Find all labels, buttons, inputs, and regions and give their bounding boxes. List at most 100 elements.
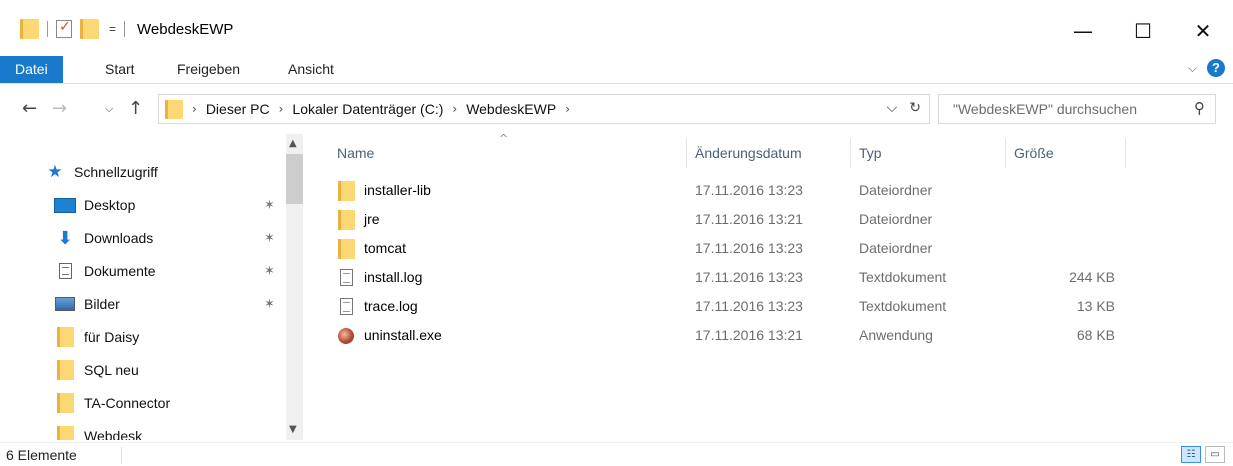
sort-ascending-icon: ^ bbox=[499, 132, 509, 145]
up-button[interactable]: ↑ bbox=[128, 98, 143, 119]
new-folder-icon[interactable] bbox=[80, 19, 99, 39]
file-date: 17.11.2016 13:23 bbox=[695, 298, 803, 314]
table-row[interactable]: install.log 17.11.2016 13:23 Textdokumen… bbox=[329, 263, 1149, 292]
forward-button[interactable]: → bbox=[52, 98, 67, 119]
table-row[interactable]: jre 17.11.2016 13:21 Dateiordner bbox=[329, 205, 1149, 234]
pin-icon[interactable]: ✶ bbox=[264, 198, 275, 213]
exe-icon bbox=[338, 327, 354, 344]
folder-icon bbox=[337, 209, 355, 230]
details-view-icon[interactable]: ☷ bbox=[1181, 446, 1201, 463]
tab-freigeben[interactable]: Freigeben bbox=[163, 56, 254, 83]
sidebar-item-ta-connector[interactable]: TA-Connector bbox=[54, 389, 284, 417]
expand-ribbon-icon[interactable]: ⌵ bbox=[1188, 61, 1197, 76]
scrollbar-thumb[interactable] bbox=[286, 154, 303, 204]
pin-icon[interactable]: ✶ bbox=[264, 231, 275, 246]
folder-icon bbox=[56, 426, 74, 440]
breadcrumb-separator[interactable]: › bbox=[565, 102, 570, 116]
column-header-size[interactable]: Größe bbox=[1006, 134, 1126, 172]
ribbon-right: ⌵ ? bbox=[1188, 59, 1225, 77]
file-name: jre bbox=[364, 211, 380, 227]
search-box[interactable]: ⚲ bbox=[938, 94, 1216, 124]
column-header-date[interactable]: Änderungsdatum bbox=[687, 134, 847, 172]
breadcrumb-dieser-pc[interactable]: Dieser PC bbox=[206, 101, 270, 117]
help-icon[interactable]: ? bbox=[1207, 59, 1225, 77]
address-bar[interactable]: › Dieser PC › Lokaler Datenträger (C:) ›… bbox=[158, 94, 930, 124]
sidebar-item-label: Dokumente bbox=[84, 263, 156, 279]
sidebar-item-downloads[interactable]: ⬇ Downloads ✶ bbox=[54, 224, 284, 252]
sidebar-item-label: TA-Connector bbox=[84, 395, 171, 411]
file-type: Dateiordner bbox=[859, 240, 933, 256]
file-date: 17.11.2016 13:23 bbox=[695, 269, 803, 285]
separator bbox=[47, 21, 48, 37]
sidebar-item-bilder[interactable]: Bilder ✶ bbox=[54, 290, 284, 318]
breadcrumb-webdeskewp[interactable]: WebdeskEWP bbox=[466, 101, 556, 117]
pin-icon[interactable]: ✶ bbox=[264, 297, 275, 312]
maximize-button[interactable]: ☐ bbox=[1113, 18, 1173, 44]
sidebar-item-label: Bilder bbox=[84, 296, 120, 312]
column-header-type[interactable]: Typ bbox=[851, 134, 1011, 172]
sidebar-item-dokumente[interactable]: Dokumente ✶ bbox=[54, 257, 284, 285]
tab-datei[interactable]: Datei bbox=[0, 56, 63, 83]
breadcrumb-separator[interactable]: › bbox=[279, 102, 284, 116]
column-divider[interactable] bbox=[1125, 138, 1126, 168]
sidebar-item-label: Desktop bbox=[84, 197, 136, 213]
file-date: 17.11.2016 13:21 bbox=[695, 211, 803, 227]
tab-start[interactable]: Start bbox=[91, 56, 149, 83]
ribbon: Datei Start Freigeben Ansicht ⌵ ? bbox=[0, 56, 1233, 84]
sidebar-item-label: Schnellzugriff bbox=[74, 164, 158, 180]
folder-icon bbox=[337, 180, 355, 201]
file-name: install.log bbox=[364, 269, 423, 285]
sidebar-item-label: Downloads bbox=[84, 230, 154, 246]
sidebar-item-fuer-daisy[interactable]: für Daisy bbox=[54, 323, 284, 351]
file-name: tomcat bbox=[364, 240, 407, 256]
refresh-icon[interactable]: ↻ bbox=[909, 100, 921, 116]
file-size bbox=[1009, 176, 1115, 205]
sidebar-scrollbar[interactable]: ▲ ▼ bbox=[286, 134, 303, 440]
table-row[interactable]: uninstall.exe 17.11.2016 13:21 Anwendung… bbox=[329, 321, 1149, 350]
sidebar-item-label: Webdesk bbox=[84, 428, 143, 440]
folder-icon bbox=[56, 393, 74, 413]
item-count: 6 Elemente bbox=[6, 447, 77, 463]
folder-icon bbox=[165, 99, 183, 119]
column-header-name[interactable]: Name ^ bbox=[329, 132, 691, 172]
folder-icon bbox=[337, 238, 355, 259]
search-input[interactable] bbox=[939, 95, 1179, 123]
large-icons-view-icon[interactable]: ▭ bbox=[1205, 446, 1225, 463]
table-row[interactable]: trace.log 17.11.2016 13:23 Textdokument … bbox=[329, 292, 1149, 321]
search-icon[interactable]: ⚲ bbox=[1194, 99, 1205, 117]
window-title: WebdeskEWP bbox=[137, 20, 234, 38]
breadcrumb-lokaler-datentraeger[interactable]: Lokaler Datenträger (C:) bbox=[292, 101, 443, 117]
sidebar-item-sql-neu[interactable]: SQL neu bbox=[54, 356, 284, 384]
minimize-button[interactable]: — bbox=[1053, 18, 1113, 44]
sidebar-item-desktop[interactable]: Desktop ✶ bbox=[54, 191, 284, 219]
documents-icon bbox=[58, 263, 72, 279]
file-list: Name ^ Änderungsdatum Typ Größe installe… bbox=[305, 132, 1233, 440]
sidebar-item-webdesk[interactable]: Webdesk bbox=[54, 422, 284, 440]
pin-icon[interactable]: ✶ bbox=[264, 264, 275, 279]
file-size bbox=[1009, 234, 1115, 263]
address-dropdown-icon[interactable]: ⌵ bbox=[887, 100, 898, 116]
file-type: Textdokument bbox=[859, 298, 947, 314]
sidebar-item-schnellzugriff[interactable]: ★ Schnellzugriff bbox=[44, 158, 284, 186]
breadcrumb-separator[interactable]: › bbox=[452, 102, 457, 116]
breadcrumb-separator[interactable]: › bbox=[192, 102, 197, 116]
properties-icon[interactable] bbox=[56, 19, 72, 38]
folder-icon bbox=[20, 19, 39, 39]
tab-ansicht[interactable]: Ansicht bbox=[274, 56, 348, 83]
close-button[interactable]: ✕ bbox=[1173, 18, 1233, 44]
column-header-label: Größe bbox=[1014, 145, 1054, 161]
qat-dropdown[interactable]: = bbox=[109, 22, 116, 36]
file-size bbox=[1009, 205, 1115, 234]
back-button[interactable]: ← bbox=[22, 98, 37, 119]
column-header-label: Typ bbox=[859, 145, 882, 161]
recent-locations-button[interactable]: ⌵ bbox=[105, 102, 113, 116]
text-file-icon bbox=[339, 269, 353, 286]
table-row[interactable]: installer-lib 17.11.2016 13:23 Dateiordn… bbox=[329, 176, 1149, 205]
window-controls: — ☐ ✕ bbox=[1053, 18, 1233, 44]
scroll-down-icon[interactable]: ▼ bbox=[289, 424, 297, 435]
column-header-label: Name bbox=[337, 145, 375, 161]
file-name: uninstall.exe bbox=[364, 327, 442, 343]
scroll-up-icon[interactable]: ▲ bbox=[289, 138, 297, 149]
file-name: installer-lib bbox=[364, 182, 431, 198]
table-row[interactable]: tomcat 17.11.2016 13:23 Dateiordner bbox=[329, 234, 1149, 263]
